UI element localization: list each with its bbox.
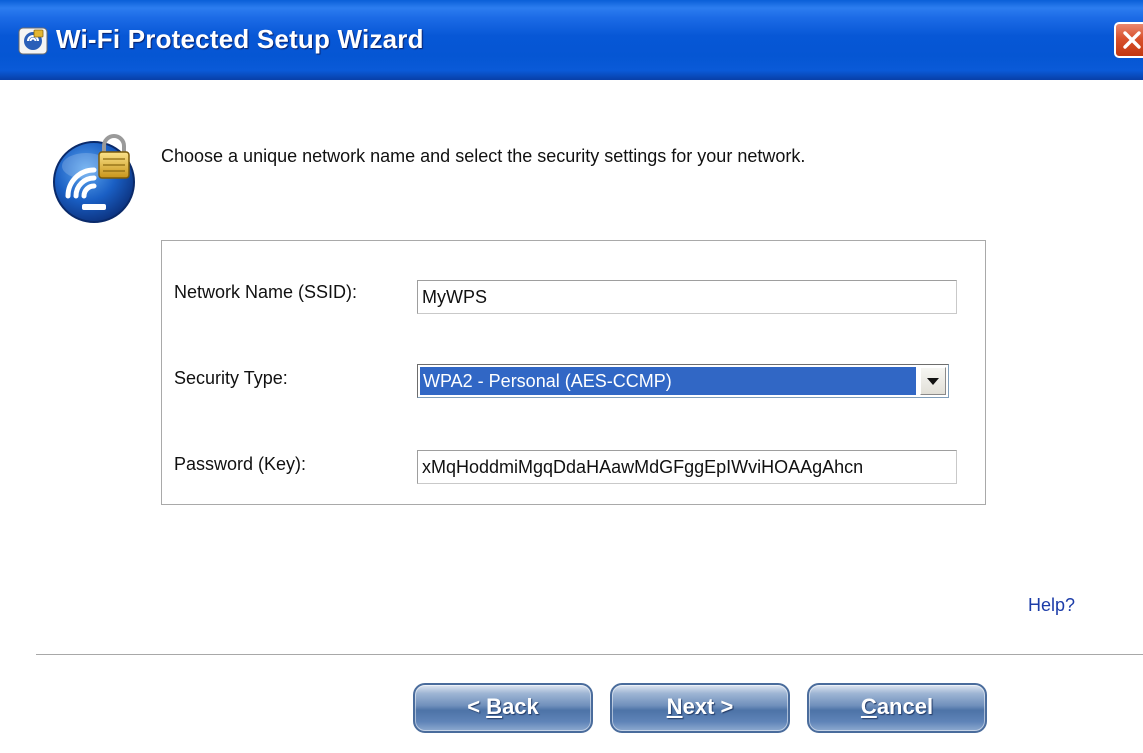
ssid-input[interactable]: MyWPS (417, 280, 957, 314)
wizard-app-icon (18, 27, 48, 55)
wifi-lock-icon (53, 134, 135, 223)
back-button[interactable]: < Back (413, 683, 593, 733)
back-button-prefix: < (467, 694, 487, 719)
network-settings-group: Network Name (SSID): MyWPS Security Type… (161, 240, 986, 505)
next-button-label: ext > (682, 694, 734, 719)
wizard-window: Wi-Fi Protected Setup Wizard Choose a un… (0, 0, 1143, 753)
back-button-accesskey: B (486, 694, 503, 719)
close-icon (1123, 31, 1141, 49)
security-type-value: WPA2 - Personal (AES-CCMP) (420, 367, 916, 395)
dropdown-button[interactable] (920, 367, 946, 395)
security-type-label: Security Type: (174, 368, 288, 388)
title-bar[interactable]: Wi-Fi Protected Setup Wizard (0, 0, 1143, 80)
next-button[interactable]: Next > (610, 683, 790, 733)
close-button[interactable] (1114, 22, 1143, 58)
cancel-button[interactable]: Cancel (807, 683, 987, 733)
help-link[interactable]: Help? (1028, 595, 1075, 616)
button-separator (36, 654, 1143, 656)
instruction-text: Choose a unique network name and select … (161, 146, 806, 166)
window-title: Wi-Fi Protected Setup Wizard (56, 24, 424, 54)
ssid-label: Network Name (SSID): (174, 282, 358, 302)
password-input[interactable]: xMqHoddmiMgqDdaHAawMdGFggEpIWviHOAAgAhcn (417, 450, 957, 484)
password-label: Password (Key): (174, 454, 307, 474)
next-button-accesskey: N (666, 694, 683, 719)
cancel-button-label: ancel (876, 694, 934, 719)
back-button-label: ack (502, 694, 539, 719)
security-type-select[interactable]: WPA2 - Personal (AES-CCMP) (417, 364, 949, 398)
cancel-button-accesskey: C (860, 694, 877, 719)
chevron-down-icon (927, 378, 939, 385)
